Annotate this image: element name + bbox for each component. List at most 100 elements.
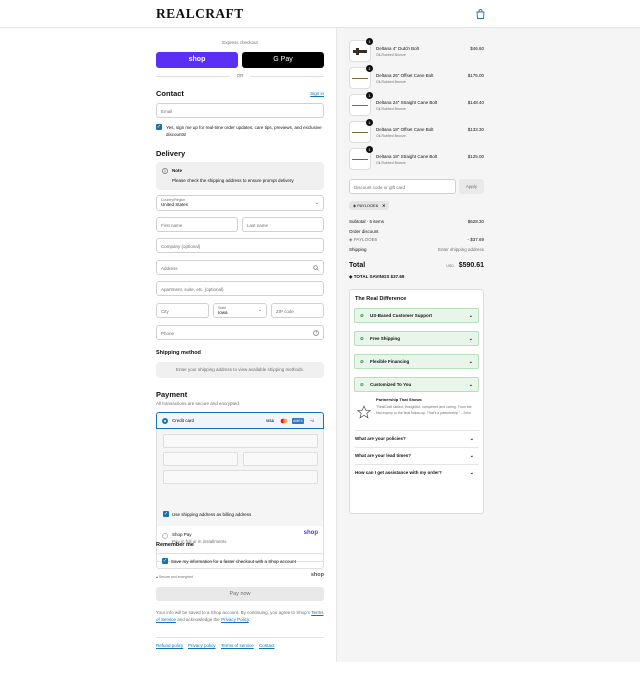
pay-now-button[interactable]: Pay now xyxy=(156,587,324,601)
email-field[interactable]: Email xyxy=(156,103,324,118)
legal-text-1: Your info will be saved to a Shop accoun… xyxy=(156,610,311,615)
faq-assistance[interactable]: How can I get assistance with my order? … xyxy=(355,464,479,480)
expiration-field[interactable] xyxy=(163,452,238,466)
tag-icon: ◈ xyxy=(353,203,357,208)
shipping-method-heading: Shipping method xyxy=(156,350,201,356)
sign-in-link[interactable]: Sign in xyxy=(310,91,324,96)
brand-logo[interactable]: REALCRAFT xyxy=(156,6,244,22)
secure-text: 🔒︎ Secure and encrypted xyxy=(156,575,193,579)
security-code-field[interactable] xyxy=(243,452,318,466)
product-thumbnail: 1 xyxy=(349,38,373,62)
faq-label: How can I get assistance with my order? xyxy=(355,470,442,475)
save-info-label: Save my information for a faster checkou… xyxy=(171,559,296,564)
feature-label: Customized To You xyxy=(370,382,412,387)
shop-pay-radio[interactable] xyxy=(162,533,168,539)
credit-card-radio[interactable] xyxy=(162,418,168,424)
faq-label: What are your lead times? xyxy=(355,453,412,458)
savings-value: $37.69 xyxy=(390,274,405,279)
total-label: Total xyxy=(349,262,366,269)
faq-lead-times[interactable]: What are your lead times? ⌄ xyxy=(355,447,479,463)
note-title: Note xyxy=(172,168,182,173)
feature-free-shipping[interactable]: ⊘ Free Shipping ⌄ xyxy=(354,331,479,346)
testimonial-title: Partnership That Shows xyxy=(376,397,422,402)
help-icon[interactable]: ? xyxy=(313,330,319,336)
product-thumbnail: 1 xyxy=(349,92,373,116)
shop-pay-button[interactable]: shop xyxy=(156,52,238,68)
testimonial-quote: "RealCraft skilled, thoughtful, competen… xyxy=(376,405,472,415)
product-variant: Oil-Rubbed Bronze xyxy=(376,107,406,111)
star-icon xyxy=(357,405,371,419)
total-value: $590.61 xyxy=(458,262,484,269)
header: REALCRAFT xyxy=(0,0,640,28)
product-price: $46.60 xyxy=(470,46,484,51)
shop-pay-title[interactable]: Shop Pay xyxy=(172,532,192,537)
state-select[interactable]: State Iowa ⌄ xyxy=(213,303,267,318)
faq-policies[interactable]: What are your policies? ⌄ xyxy=(355,430,479,446)
phone-field[interactable]: Phone ? xyxy=(156,325,324,340)
contact-heading: Contact xyxy=(156,89,184,98)
chevron-down-icon: ⌄ xyxy=(314,200,319,206)
shop-pay-logo: shop xyxy=(303,530,318,536)
note-text: Please check the shipping address to ens… xyxy=(172,178,294,183)
quantity-badge: 1 xyxy=(366,119,373,126)
chevron-down-icon: ⌄ xyxy=(468,359,473,365)
product-name: Deltana 18" Offset Cane Bolt xyxy=(376,127,434,132)
save-info-checkbox[interactable]: ✓ xyxy=(162,558,168,564)
name-on-card-field[interactable] xyxy=(163,470,318,484)
product-name: Deltana 24" Straight Cane Bolt xyxy=(376,100,438,105)
marketing-label: Yes, sign me up for real-time order upda… xyxy=(166,125,322,137)
credit-card-option[interactable]: Credit card VISA AMEX +4 xyxy=(156,412,324,429)
cart-item: 1 Deltana 24" Straight Cane Bolt Oil-Rub… xyxy=(349,92,484,118)
savings-label: TOTAL SAVINGS xyxy=(353,274,390,279)
product-variant: Oil-Rubbed Bronze xyxy=(376,134,406,138)
legal-end: . xyxy=(248,617,251,622)
discount-value: - $37.69 xyxy=(467,237,484,242)
apartment-field[interactable]: Apartment, suite, etc. (optional) xyxy=(156,281,324,296)
discount-code: PAYLOOE6 xyxy=(353,237,378,242)
chevron-down-icon: ⌄ xyxy=(468,382,473,388)
legal-text-2: and acknowledge the xyxy=(177,617,220,622)
shopping-bag-icon[interactable] xyxy=(476,9,485,19)
remember-me-heading: Remember me xyxy=(156,542,194,548)
info-icon xyxy=(162,168,168,174)
country-select[interactable]: Country/Region United States ⌄ xyxy=(156,195,324,211)
refund-policy-link[interactable]: Refund policy xyxy=(156,643,183,648)
product-price: $133.30 xyxy=(467,127,484,132)
shop-logo: shop xyxy=(310,572,324,578)
phone-placeholder: Phone xyxy=(161,331,175,336)
product-variant: Oil-Rubbed Bronze xyxy=(376,53,406,57)
address-field[interactable]: Address xyxy=(156,260,324,275)
shipping-label: Shipping xyxy=(349,247,367,252)
terms-of-service-footer-link[interactable]: Terms of service xyxy=(221,643,254,648)
first-name-field[interactable]: First name xyxy=(156,217,238,232)
company-field[interactable]: Company (optional) xyxy=(156,238,324,253)
feature-us-support[interactable]: ⊘ US-Based Customer Support ⌄ xyxy=(354,308,479,323)
feature-customized[interactable]: ⊘ Customized To You ⌄ xyxy=(354,377,479,392)
contact-footer-link[interactable]: Contact xyxy=(259,643,275,648)
privacy-policy-footer-link[interactable]: Privacy policy xyxy=(188,643,216,648)
zip-field[interactable]: ZIP code xyxy=(271,303,324,318)
cart-item: 1 Deltana 26" Offset Cane Bolt Oil-Rubbe… xyxy=(349,65,484,91)
card-number-field[interactable] xyxy=(163,434,318,448)
discount-code-field[interactable]: Discount code or gift card xyxy=(349,179,456,194)
check-circle-icon: ⊘ xyxy=(360,382,364,387)
city-field[interactable]: City xyxy=(156,303,209,318)
payment-heading: Payment xyxy=(156,390,188,399)
marketing-checkbox[interactable]: ✓ xyxy=(156,124,162,130)
apply-button[interactable]: Apply xyxy=(459,179,484,194)
last-name-field[interactable]: Last name xyxy=(242,217,324,232)
shipping-value: Enter shipping address xyxy=(437,247,484,252)
privacy-policy-link[interactable]: Privacy Policy xyxy=(221,617,249,622)
feature-flexible-financing[interactable]: ⊘ Flexible Financing ⌄ xyxy=(354,354,479,369)
remember-me-box: ✓ Save my information for a faster check… xyxy=(156,553,324,569)
chevron-down-icon: ⌄ xyxy=(469,453,474,459)
discount-tag-code: PAYLOOE6 xyxy=(357,203,378,208)
shipping-note: Note Please check the shipping address t… xyxy=(156,162,324,190)
google-pay-button[interactable]: G Pay xyxy=(242,52,324,68)
savings-tag-icon: ◈ xyxy=(349,274,353,279)
search-icon xyxy=(313,265,319,271)
or-separator: OR xyxy=(236,73,244,78)
billing-same-checkbox[interactable]: ✓ xyxy=(163,511,169,517)
remove-discount-icon[interactable]: ✕ xyxy=(382,203,385,208)
product-thumbnail: 1 xyxy=(349,65,373,89)
